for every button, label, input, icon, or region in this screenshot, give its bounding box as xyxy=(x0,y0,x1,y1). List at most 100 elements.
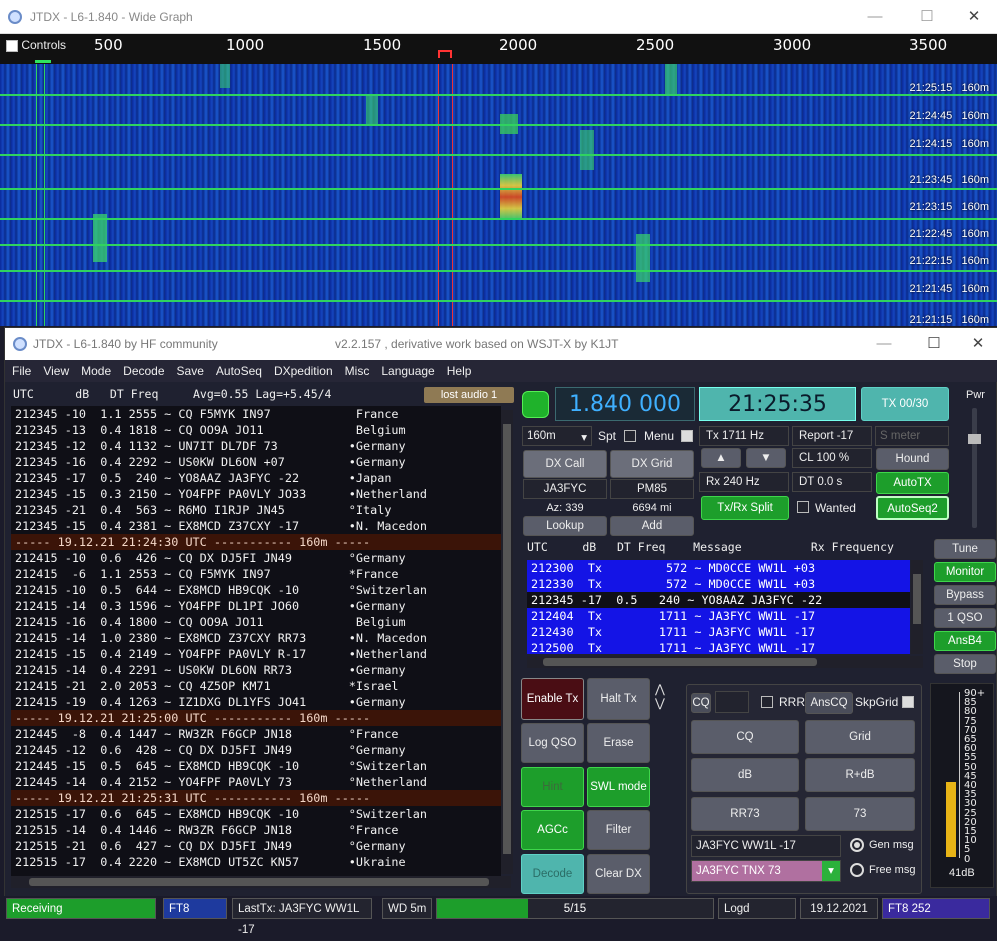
controls-checkbox[interactable]: Controls xyxy=(6,38,76,62)
dx-grid-field[interactable]: PM85 xyxy=(610,479,694,499)
dt-spinbox[interactable]: DT 0.0 s xyxy=(792,472,872,492)
txrx-split-button[interactable]: Tx/Rx Split xyxy=(701,496,789,520)
period-separator[interactable]: ----- 19.12.21 21:24:30 UTC ----------- … xyxy=(11,534,501,550)
band-select[interactable]: 160m ▾ xyxy=(522,426,592,446)
wanted-checkbox[interactable] xyxy=(797,501,809,513)
tx-slot-toggle-icon[interactable]: ⋀ ⋁ xyxy=(655,682,665,710)
decode-row[interactable]: 212415 -6 1.1 2553 ~ CQ F5MYK IN97 *Fran… xyxy=(11,566,501,582)
decode-row[interactable]: 212515 -21 0.6 427 ~ CQ DX DJ5FI JN49 °G… xyxy=(11,838,501,854)
hound-button[interactable]: Hound xyxy=(876,448,949,470)
decode-row[interactable]: 212345 -15 0.3 2150 ~ YO4FPF PA0VLY JO33… xyxy=(11,486,501,502)
close-icon[interactable]: ✕ xyxy=(961,333,995,355)
decode-button[interactable]: Decode xyxy=(521,854,584,894)
menu-mode[interactable]: Mode xyxy=(74,360,116,378)
frequency-scale[interactable]: 500 1000 1500 2000 2500 3000 3500 xyxy=(0,34,997,64)
dial-frequency-display[interactable]: 1.840 000 xyxy=(555,387,695,421)
gen-msg-radio[interactable] xyxy=(850,838,864,852)
decode-row[interactable]: 212345 -10 1.1 2555 ~ CQ F5MYK IN97 Fran… xyxy=(11,406,501,422)
menu-help[interactable]: Help xyxy=(440,360,477,378)
minimize-icon[interactable]: — xyxy=(858,6,892,28)
tx-counter-button[interactable]: TX 00/30 xyxy=(861,387,949,421)
power-slider[interactable] xyxy=(968,408,981,528)
decode-row[interactable]: 212415 -15 0.4 2149 ~ YO4FPF PA0VLY R-17… xyxy=(11,646,501,662)
decode-row[interactable]: 212415 -14 0.4 2291 ~ US0KW DL6ON RR73 •… xyxy=(11,662,501,678)
menu-save[interactable]: Save xyxy=(170,360,209,378)
menu-dxpedition[interactable]: DXpedition xyxy=(267,360,338,378)
free-msg-radio[interactable] xyxy=(850,863,864,877)
menu-misc[interactable]: Misc xyxy=(338,360,375,378)
decode-row[interactable]: 212415 -14 1.0 2380 ~ EX8MCD Z37CXY RR73… xyxy=(11,630,501,646)
rx-row[interactable]: 212345 -17 0.5 240 ~ YO8AAZ JA3FYC -22 xyxy=(527,592,910,608)
s-meter-field[interactable]: S meter xyxy=(875,426,949,446)
decode-row[interactable]: 212445 -12 0.6 428 ~ CQ DX DJ5FI JN49 °G… xyxy=(11,742,501,758)
decode-row[interactable]: 212415 -10 0.6 426 ~ CQ DX DJ5FI JN49 °G… xyxy=(11,550,501,566)
menu-view[interactable]: View xyxy=(36,360,74,378)
clear-dx-button[interactable]: Clear DX xyxy=(587,854,650,894)
monitor-button[interactable]: Monitor xyxy=(934,562,996,582)
decode-row[interactable]: 212345 -15 0.4 2381 ~ EX8MCD Z37CXY -17 … xyxy=(11,518,501,534)
halt-tx-button[interactable]: Halt Tx xyxy=(587,678,650,720)
maximize-icon[interactable]: ☐ xyxy=(917,333,951,355)
cl-spinbox[interactable]: CL 100 % xyxy=(792,448,872,468)
decode-row[interactable]: 212345 -17 0.5 240 ~ YO8AAZ JA3FYC -22 •… xyxy=(11,470,501,486)
band-activity-pane[interactable]: 212345 -10 1.1 2555 ~ CQ F5MYK IN97 Fran… xyxy=(11,406,501,876)
period-separator[interactable]: ----- 19.12.21 21:25:00 UTC ----------- … xyxy=(11,710,501,726)
lookup-button[interactable]: Lookup xyxy=(523,516,607,536)
freq-up-button[interactable]: ▲ xyxy=(701,448,741,468)
decode-row[interactable]: 212445 -8 0.4 1447 ~ RW3ZR F6GCP JN18 °F… xyxy=(11,726,501,742)
dx-call-button[interactable]: DX Call xyxy=(523,450,607,478)
erase-button[interactable]: Erase xyxy=(587,723,650,763)
decode-row[interactable]: 212445 -15 0.5 645 ~ EX8MCD HB9CQK -10 °… xyxy=(11,758,501,774)
agcc-button[interactable]: AGCc xyxy=(521,810,584,850)
rx-vertical-scrollbar[interactable] xyxy=(911,560,923,654)
freq-down-button[interactable]: ▼ xyxy=(746,448,786,468)
cq-checkbox-button[interactable]: CQ xyxy=(691,693,711,713)
rx-frequency-spinbox[interactable]: Rx 240 Hz xyxy=(699,472,789,492)
close-icon[interactable]: ✕ xyxy=(957,6,991,28)
decode-row[interactable]: 212415 -19 0.4 1263 ~ IZ1DXG DL1YFS JO41… xyxy=(11,694,501,710)
dx-call-field[interactable]: JA3FYC xyxy=(523,479,607,499)
waterfall-display[interactable]: 21:25:15 160m 21:24:45 160m 21:24:15 160… xyxy=(0,64,997,326)
msg-grid-button[interactable]: Grid xyxy=(805,720,915,754)
rx-row[interactable]: 212300 Tx 572 ~ MD0CCE WW1L +03 xyxy=(527,560,910,576)
menu-decode[interactable]: Decode xyxy=(116,360,169,378)
decode-row[interactable]: 212345 -16 0.4 2292 ~ US0KW DL6ON +07 •G… xyxy=(11,454,501,470)
msg-73-button[interactable]: 73 xyxy=(805,797,915,831)
minimize-icon[interactable]: — xyxy=(867,333,901,355)
decode-row[interactable]: 212415 -21 2.0 2053 ~ CQ 4Z5OP KM71 *Isr… xyxy=(11,678,501,694)
bypass-button[interactable]: Bypass xyxy=(934,585,996,605)
scrollbar-thumb[interactable] xyxy=(503,424,511,854)
tx-frequency-spinbox[interactable]: Tx 1711 Hz xyxy=(699,426,789,446)
decode-row[interactable]: 212515 -17 0.6 645 ~ EX8MCD HB9CQK -10 °… xyxy=(11,806,501,822)
report-spinbox[interactable]: Report -17 xyxy=(792,426,872,446)
cq-modifier-field[interactable] xyxy=(715,691,749,713)
generated-message-field[interactable]: JA3FYC WW1L -17 xyxy=(691,835,841,857)
maximize-icon[interactable]: ☐ xyxy=(910,6,944,28)
menu-language[interactable]: Language xyxy=(374,360,439,378)
menu-autoseq[interactable]: AutoSeq xyxy=(209,360,267,378)
stop-button[interactable]: Stop xyxy=(934,654,996,674)
decode-row[interactable]: 212415 -10 0.5 644 ~ EX8MCD HB9CQK -10 °… xyxy=(11,582,501,598)
log-qso-button[interactable]: Log QSO xyxy=(521,723,584,763)
msg-db-button[interactable]: dB xyxy=(691,758,799,792)
spt-checkbox[interactable] xyxy=(624,430,636,442)
rx-horizontal-scrollbar[interactable] xyxy=(527,656,923,668)
menu-checkbox[interactable] xyxy=(681,430,693,442)
rx-row[interactable]: 212330 Tx 572 ~ MD0CCE WW1L +03 xyxy=(527,576,910,592)
menu-file[interactable]: File xyxy=(5,360,36,378)
rrr-checkbox[interactable] xyxy=(761,696,773,708)
skpgrid-checkbox[interactable] xyxy=(902,696,914,708)
one-qso-button[interactable]: 1 QSO xyxy=(934,608,996,628)
msg-rr73-button[interactable]: RR73 xyxy=(691,797,799,831)
rx-frequency-pane[interactable]: 212300 Tx 572 ~ MD0CCE WW1L +03 212330 Tx… xyxy=(527,560,910,654)
period-separator[interactable]: ----- 19.12.21 21:25:31 UTC ----------- … xyxy=(11,790,501,806)
filter-button[interactable]: Filter xyxy=(587,810,650,850)
enable-tx-button[interactable]: Enable Tx xyxy=(521,678,584,720)
horizontal-scrollbar[interactable] xyxy=(11,876,511,888)
rx-row[interactable]: 212430 Tx 1711 ~ JA3FYC WW1L -17 xyxy=(527,624,910,640)
autoseq2-button[interactable]: AutoSeq2 xyxy=(876,496,949,520)
decode-row[interactable]: 212415 -14 0.3 1596 ~ YO4FPF DL1PI JO60 … xyxy=(11,598,501,614)
dx-grid-button[interactable]: DX Grid xyxy=(610,450,694,478)
ansb4-button[interactable]: AnsB4 xyxy=(934,631,996,651)
decode-row[interactable]: 212345 -13 0.4 1818 ~ CQ OO9A JO11 Belgi… xyxy=(11,422,501,438)
